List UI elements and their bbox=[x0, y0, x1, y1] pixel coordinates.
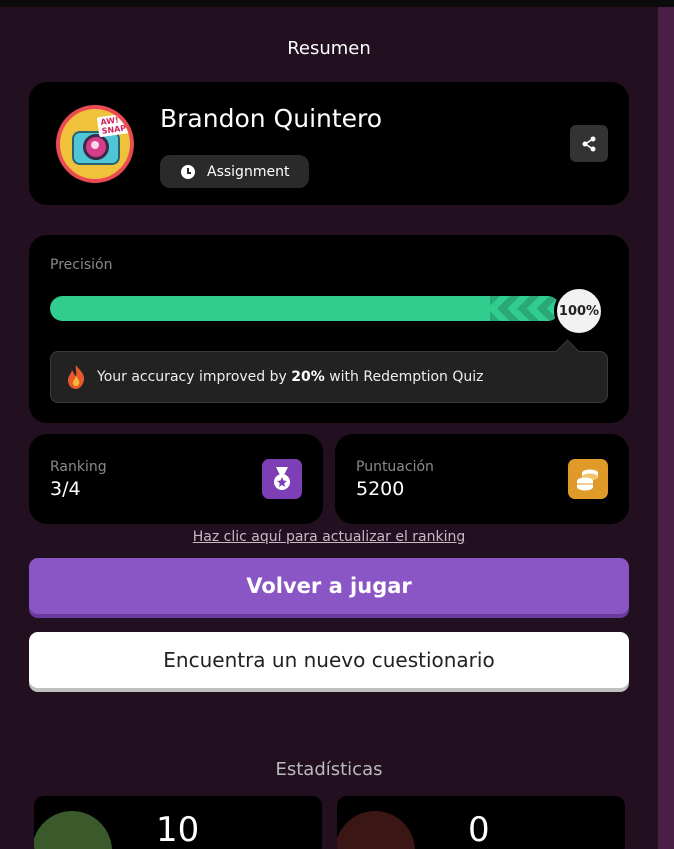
avatar: AW! SNAP! bbox=[56, 105, 134, 183]
score-label: Puntuación bbox=[356, 459, 434, 475]
mode-chip: Assignment bbox=[160, 155, 309, 188]
clock-icon bbox=[181, 164, 195, 179]
ranking-value: 3/4 bbox=[50, 478, 81, 500]
score-value: 5200 bbox=[356, 478, 405, 500]
page-title: Resumen bbox=[287, 38, 371, 59]
flame-icon bbox=[65, 364, 87, 390]
find-new-quiz-button[interactable]: Encuentra un nuevo cuestionario bbox=[29, 632, 629, 688]
accuracy-percent: 100% bbox=[554, 286, 604, 336]
incorrect-count: 0 bbox=[468, 810, 490, 849]
share-button[interactable] bbox=[570, 125, 608, 162]
accuracy-card: Precisión 100% Your accuracy improved by… bbox=[29, 235, 629, 423]
mode-chip-label: Assignment bbox=[207, 163, 290, 180]
statistics-title: Estadísticas bbox=[275, 759, 383, 780]
check-icon bbox=[34, 811, 112, 849]
accuracy-progress-bar bbox=[50, 296, 560, 321]
play-again-button[interactable]: Volver a jugar bbox=[29, 558, 629, 614]
refresh-ranking-link[interactable]: Haz clic aquí para actualizar el ranking bbox=[0, 529, 658, 545]
correct-count: 10 bbox=[156, 810, 200, 849]
scrollbar-rail[interactable] bbox=[658, 7, 674, 849]
medal-icon bbox=[262, 459, 302, 499]
score-card: Puntuación 5200 bbox=[335, 434, 629, 524]
notice-prefix: Your accuracy improved by bbox=[97, 369, 287, 385]
accuracy-notice: Your accuracy improved by 20% with Redem… bbox=[50, 351, 608, 403]
incorrect-answers-card: 0 bbox=[337, 796, 625, 849]
coins-icon bbox=[568, 459, 608, 499]
ranking-card: Ranking 3/4 bbox=[29, 434, 323, 524]
notice-improvement: 20% bbox=[291, 369, 325, 385]
share-icon bbox=[582, 136, 596, 151]
top-bar bbox=[0, 0, 674, 7]
ranking-label: Ranking bbox=[50, 459, 107, 475]
cross-icon bbox=[337, 811, 415, 849]
notice-suffix: with Redemption Quiz bbox=[329, 369, 484, 385]
player-name: Brandon Quintero bbox=[160, 104, 383, 133]
avatar-badge: AW! SNAP! bbox=[96, 112, 130, 138]
correct-answers-card: 10 bbox=[34, 796, 322, 849]
accuracy-label: Precisión bbox=[50, 257, 113, 273]
profile-card: AW! SNAP! Brandon Quintero Assignment bbox=[29, 82, 629, 205]
